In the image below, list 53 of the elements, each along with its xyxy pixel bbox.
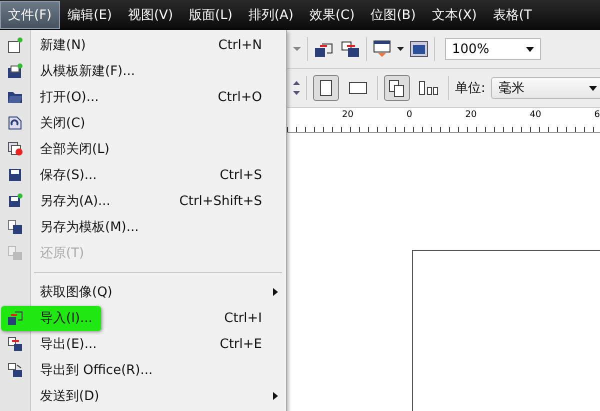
close-all-icon [7,141,23,157]
caret-icon [589,86,597,90]
overlapping-pages-icon [389,80,405,96]
menu-item[interactable]: 导出(E)... Ctrl+E [0,331,286,357]
caret-icon [526,46,534,52]
new-document-icon [7,37,23,53]
units-dropdown[interactable]: 毫米 [491,77,600,99]
menu-item[interactable]: 关闭(C) [0,110,286,136]
menu-bar-item[interactable]: 位图(B) [362,1,424,29]
menu-item[interactable]: 全部关闭(L) [0,136,286,162]
menu-item[interactable]: 保存(S)... Ctrl+S [0,162,286,188]
menu-item[interactable]: 打开(O)... Ctrl+O [0,84,286,110]
save-as-icon [7,193,23,209]
export-office-icon [7,362,23,378]
portrait-page-icon [320,80,332,96]
template-icon [7,63,23,79]
menu-bar-item[interactable]: 视图(V) [120,1,182,29]
save-icon [7,167,23,183]
zoom-dropdown[interactable]: 100% [445,38,541,60]
dropdown-arrow-icon[interactable] [397,46,404,52]
revert-icon [7,245,23,261]
import-icon [7,310,23,326]
close-document-icon [7,115,23,131]
menu-bar-item[interactable]: 表格(T [484,1,540,29]
landscape-page-icon [349,82,367,94]
menu-item[interactable]: 获取图像(Q) [0,279,286,305]
ruler-label: 20 [465,109,477,120]
ruler-label: 0 [406,109,412,120]
menu-bar-item[interactable]: 编辑(E) [60,1,120,29]
ruler-label: 6 [594,109,600,120]
window-icon[interactable] [410,41,428,57]
menu-item[interactable]: 另存为模板(M)... [0,214,286,240]
menu-bar-item[interactable]: 版面(L) [181,1,240,29]
all-pages-button[interactable] [384,75,410,101]
portrait-button[interactable] [313,75,339,101]
menu-bar-item[interactable]: 排列(A) [240,1,302,29]
folder-icon [7,89,23,105]
menu-item[interactable]: 导出到 Office(R)... [0,357,286,383]
units-label: 单位: [455,80,486,97]
menu-item[interactable]: 新建(N) Ctrl+N [0,32,286,58]
menu-bar-item[interactable]: 文件(F) [0,1,60,29]
menu-bar-item[interactable]: 效果(C) [301,1,363,29]
ruler-label: 20 [342,109,354,120]
save-template-icon [7,219,23,235]
menu-item[interactable]: 发送到(D) [0,383,286,409]
export-icon [7,336,23,352]
menu-item[interactable]: 另存为(A)... Ctrl+Shift+S [0,188,286,214]
menu-item[interactable]: 导入(I)... Ctrl+I [0,305,286,331]
menu-item[interactable]: 从模板新建(F)... [0,58,286,84]
menu-bar-item[interactable]: 文本(X) [424,1,485,29]
export-icon[interactable] [340,40,360,58]
page-sizes-icon [419,81,439,95]
ruler-label: 40 [530,109,542,120]
